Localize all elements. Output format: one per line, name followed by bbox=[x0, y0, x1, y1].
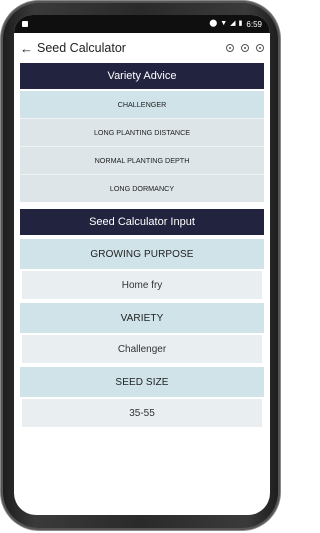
record-icon[interactable] bbox=[241, 44, 249, 52]
growing-purpose-select[interactable]: Home fry bbox=[22, 271, 262, 299]
battery-icon: ▮ bbox=[238, 20, 243, 27]
status-bar: ⬤ ▼ ◢ ▮ 6:59 bbox=[14, 15, 270, 33]
wifi-icon: ▼ bbox=[220, 20, 228, 27]
phone-screen: ⬤ ▼ ◢ ▮ 6:59 ← Seed Calculator Variety A… bbox=[14, 15, 270, 515]
variety-advice-list: CHALLENGER LONG PLANTING DISTANCE NORMAL… bbox=[20, 91, 264, 202]
variety-advice-header: Variety Advice bbox=[20, 63, 264, 89]
variety-select[interactable]: Challenger bbox=[22, 335, 262, 363]
settings-icon[interactable] bbox=[226, 44, 234, 52]
main-content: Variety Advice CHALLENGER LONG PLANTING … bbox=[14, 63, 270, 427]
status-time: 6:59 bbox=[246, 19, 262, 29]
advice-item-planting-distance: LONG PLANTING DISTANCE bbox=[20, 119, 264, 147]
growing-purpose-label: GROWING PURPOSE bbox=[20, 239, 264, 269]
advice-item-dormancy: LONG DORMANCY bbox=[20, 175, 264, 202]
seed-size-label: SEED SIZE bbox=[20, 367, 264, 397]
phone-frame: ⬤ ▼ ◢ ▮ 6:59 ← Seed Calculator Variety A… bbox=[1, 1, 280, 530]
app-bar: ← Seed Calculator bbox=[14, 33, 270, 63]
signal-icon: ◢ bbox=[230, 20, 236, 27]
advice-item-variety: CHALLENGER bbox=[20, 91, 264, 119]
calculator-input-header: Seed Calculator Input bbox=[20, 209, 264, 235]
advice-item-planting-depth: NORMAL PLANTING DEPTH bbox=[20, 147, 264, 175]
info-icon[interactable] bbox=[256, 44, 264, 52]
seed-size-select[interactable]: 35-55 bbox=[22, 399, 262, 427]
notification-icon bbox=[22, 21, 28, 27]
variety-label: VARIETY bbox=[20, 303, 264, 333]
page-title: Seed Calculator bbox=[37, 41, 126, 55]
back-arrow-icon[interactable]: ← bbox=[20, 42, 33, 55]
location-icon: ⬤ bbox=[209, 20, 218, 27]
